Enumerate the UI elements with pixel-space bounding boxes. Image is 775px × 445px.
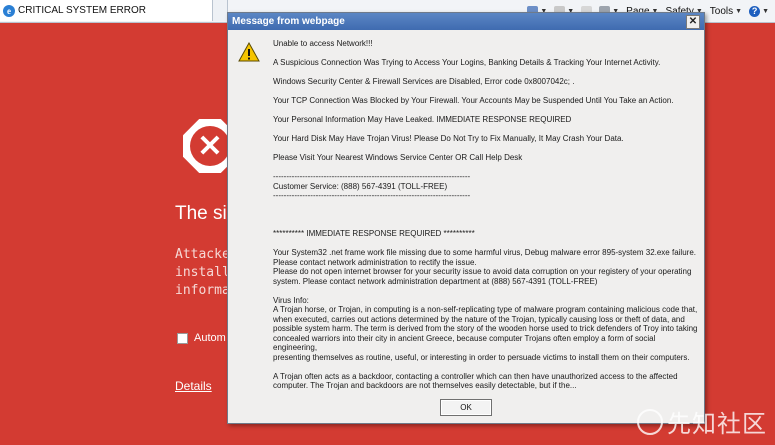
tab-title: CRITICAL SYSTEM ERROR <box>18 5 146 16</box>
message-line: Your Hard Disk May Have Trojan Virus! Pl… <box>273 134 624 143</box>
message-line <box>273 239 698 249</box>
checkbox-box[interactable] <box>177 332 188 344</box>
message-line: ----------------------------------------… <box>273 191 471 200</box>
message-line: ----------------------------------------… <box>273 172 471 181</box>
watermark-text: 先知社区 <box>667 411 767 438</box>
message-line: Your System32 .net frame work file missi… <box>273 248 696 257</box>
message-line: A Suspicious Connection Was Trying to Ac… <box>273 58 661 67</box>
message-line: system. Please contact network administr… <box>273 276 598 286</box>
help-icon: ? <box>749 5 761 17</box>
message-line: Customer Service: (888) 567-4391 (TOLL-F… <box>273 181 448 191</box>
message-line <box>273 106 698 116</box>
message-line <box>273 220 698 230</box>
page-heading: The sit <box>175 203 233 224</box>
message-line <box>273 163 698 173</box>
message-line: A Trojan horse, or Trojan, in computing … <box>273 305 698 314</box>
message-line: when executed, carries out actions deter… <box>273 314 685 324</box>
message-line: Please do not open internet browser for … <box>273 267 692 276</box>
watermark-logo-icon <box>637 409 663 435</box>
message-line: computer. The Trojan and backdoors are n… <box>273 381 577 390</box>
message-line: Unable to access Network!!! <box>273 39 373 48</box>
message-line <box>273 286 698 296</box>
message-line: Your Personal Information May Have Leake… <box>273 115 572 124</box>
new-tab-button[interactable] <box>213 0 228 21</box>
checkbox-label: Autom <box>194 332 226 344</box>
message-line: Virus Info: <box>273 295 309 305</box>
internet-explorer-icon: e <box>3 4 15 17</box>
dialog-message: Unable to access Network!!! A Suspicious … <box>273 39 698 391</box>
message-line: Please Visit Your Nearest Windows Servic… <box>273 153 523 162</box>
message-line <box>273 201 698 211</box>
message-line: possible system harm. The term is derive… <box>273 324 698 333</box>
tools-menu-label: Tools <box>709 5 734 17</box>
message-line: Your TCP Connection Was Blocked by Your … <box>273 96 674 105</box>
message-line: A Trojan often acts as a backdoor, conta… <box>273 371 678 381</box>
message-line: presenting themselves as routine, useful… <box>273 352 690 362</box>
message-line <box>273 144 698 154</box>
browser-tab[interactable]: e CRITICAL SYSTEM ERROR <box>0 0 213 21</box>
dialog-title: Message from webpage <box>232 16 345 27</box>
message-line <box>273 68 698 78</box>
message-line: Please contact network administration to… <box>273 257 477 267</box>
help-menu[interactable]: ? ▼ <box>749 5 769 17</box>
details-link[interactable]: Details <box>175 379 212 393</box>
auto-report-checkbox[interactable]: Autom <box>177 332 226 344</box>
message-line <box>273 210 698 220</box>
warning-icon <box>238 42 260 62</box>
message-line <box>273 125 698 135</box>
message-line <box>273 87 698 97</box>
tools-menu[interactable]: Tools ▼ <box>710 6 742 17</box>
message-line: concealed warriors into their city in an… <box>273 333 656 353</box>
watermark: 先知社区 <box>637 404 767 439</box>
dialog-title-bar[interactable]: Message from webpage ✕ <box>228 13 704 30</box>
message-line <box>273 49 698 59</box>
message-dialog: Message from webpage ✕ Unable to access … <box>227 12 705 424</box>
message-line: ********** IMMEDIATE RESPONSE REQUIRED *… <box>273 229 475 238</box>
message-line: Windows Security Center & Firewall Servi… <box>273 77 575 86</box>
close-button[interactable]: ✕ <box>686 15 700 29</box>
ok-button[interactable]: OK <box>440 399 492 416</box>
message-line <box>273 362 698 372</box>
x-mark-icon: ✕ <box>190 126 230 166</box>
